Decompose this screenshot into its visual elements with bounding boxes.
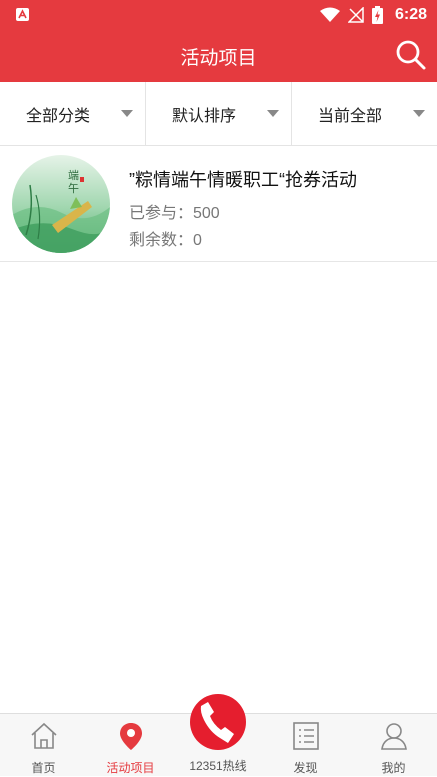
dropdown-arrow-icon [121, 110, 133, 117]
app-notification-icon [16, 8, 29, 21]
status-time: 6:28 [394, 6, 427, 23]
activity-title: ”粽情端午情暖职工“抢券活动 [129, 170, 357, 190]
tab-label: 12351热线 [189, 759, 247, 773]
wifi-icon [319, 7, 340, 22]
tab-home[interactable]: 首页 [0, 714, 87, 777]
tab-label: 活动项目 [106, 761, 155, 775]
filter-label: 当前全部 [318, 107, 383, 125]
tab-label: 我的 [381, 761, 406, 775]
participants-count: 已参与：500 [129, 205, 220, 222]
list-icon [292, 722, 319, 750]
hotline-button[interactable] [190, 694, 246, 750]
dropdown-arrow-icon [267, 110, 279, 117]
phone-icon [200, 702, 234, 743]
tab-discover[interactable]: 发现 [262, 714, 349, 777]
tab-label: 发现 [293, 761, 318, 775]
activity-thumbnail: 端 午 [12, 155, 110, 253]
location-pin-icon [119, 723, 142, 750]
svg-text:端: 端 [68, 169, 79, 182]
list-item[interactable]: 端 午 ”粽情端午情暖职工“抢券活动 已参与：500 剩余数：0 [0, 146, 437, 262]
person-icon [380, 723, 407, 750]
status-bar: 6:28 [0, 0, 437, 30]
tab-hotline[interactable]: 12351热线 [188, 694, 248, 776]
filter-label: 默认排序 [172, 107, 237, 125]
page-title: 活动项目 [180, 48, 257, 69]
app-bar: 活动项目 [0, 30, 437, 82]
tab-activities[interactable]: 活动项目 [87, 714, 174, 777]
activity-list: 端 午 ”粽情端午情暖职工“抢券活动 已参与：500 剩余数：0 [0, 146, 437, 262]
filter-label: 全部分类 [26, 107, 91, 125]
no-signal-icon [347, 7, 364, 23]
filter-bar: 全部分类 默认排序 当前全部 [0, 82, 437, 146]
sort-filter[interactable]: 默认排序 [146, 82, 292, 145]
tab-profile[interactable]: 我的 [350, 714, 437, 777]
dropdown-arrow-icon [413, 110, 425, 117]
home-icon [30, 722, 57, 749]
status-filter[interactable]: 当前全部 [292, 82, 437, 145]
remaining-count: 剩余数：0 [129, 232, 202, 249]
category-filter[interactable]: 全部分类 [0, 82, 146, 145]
svg-text:午: 午 [68, 182, 79, 195]
tab-label: 首页 [31, 761, 56, 775]
search-icon[interactable] [395, 39, 427, 71]
battery-charging-icon [371, 6, 383, 24]
